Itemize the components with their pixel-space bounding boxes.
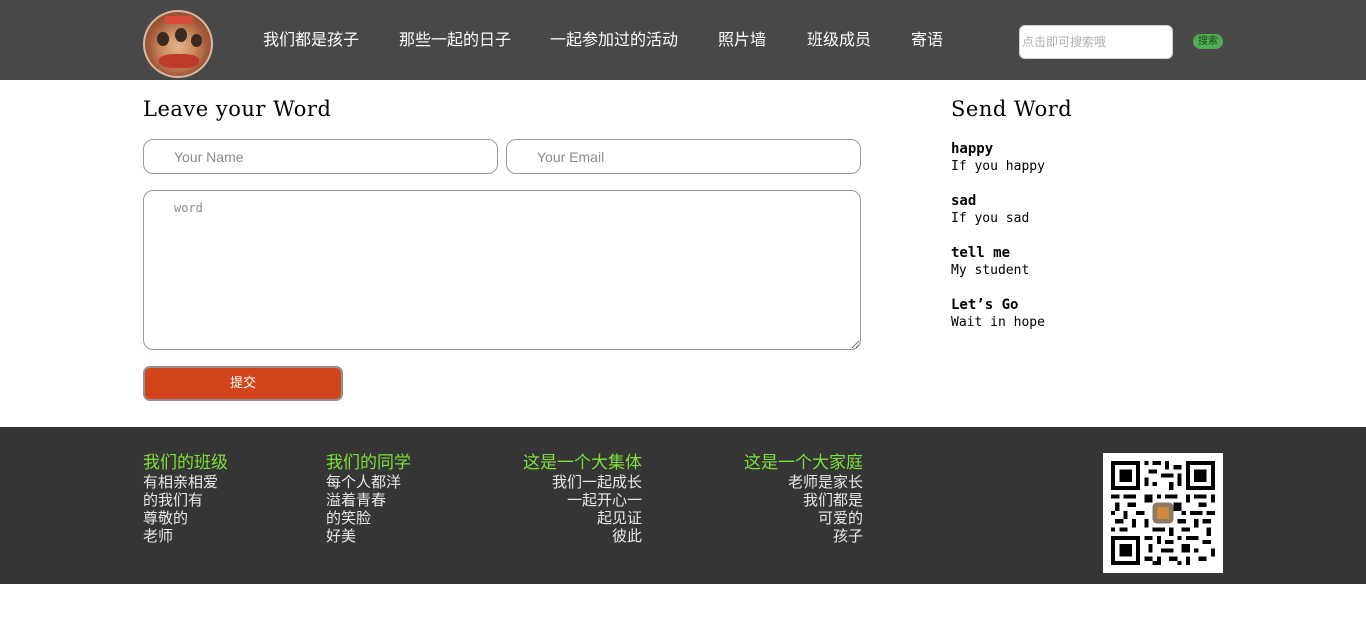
footer-column-line: 我们都是 (802, 491, 863, 509)
list-item: sad If you sad (951, 192, 1251, 228)
search-button[interactable]: 搜索 (1193, 34, 1223, 49)
nav-item-messages[interactable]: 寄语 (911, 30, 951, 52)
footer-column-classmates: 我们的同学 每个人都洋 溢着青春 的笑脸 好美 (326, 453, 466, 545)
search-input[interactable] (1019, 25, 1173, 59)
footer-column-line: 彼此 (611, 527, 642, 545)
word-entry-title: sad (951, 193, 977, 209)
sidebar-title: Send Word (951, 97, 1073, 121)
name-field[interactable] (143, 139, 498, 174)
footer-column-line: 老师 (143, 527, 174, 545)
footer-column-line: 孩子 (832, 527, 863, 545)
word-entry-desc: If you happy (951, 159, 1045, 174)
email-field[interactable] (506, 139, 861, 174)
word-entry-desc: My student (951, 263, 1030, 278)
footer-column-title: 这是一个大家庭 (744, 453, 863, 473)
list-item: happy If you happy (951, 140, 1251, 176)
footer-column-line: 我们一起成长 (551, 473, 642, 491)
footer-column-line: 起见证 (596, 509, 642, 527)
form-title: Leave your Word (143, 97, 332, 121)
word-entry-desc: Wait in hope (951, 315, 1045, 330)
main-nav: 我们都是孩子 那些一起的日子 一起参加过的活动 照片墙 班级成员 寄语 (263, 30, 951, 52)
nav-item-children[interactable]: 我们都是孩子 (263, 30, 399, 52)
footer-column-line: 好美 (326, 527, 357, 545)
footer-column-collective: 这是一个大集体 我们一起成长 一起开心一 起见证 彼此 (502, 453, 642, 545)
submit-button[interactable]: 提交 (143, 366, 343, 401)
footer-column-title: 这是一个大集体 (523, 453, 642, 473)
footer-column-class: 我们的班级 有相亲相爱 的我们有 尊敬的 老师 (143, 453, 283, 545)
footer-column-line: 溢着青春 (326, 491, 387, 509)
nav-item-photo-wall[interactable]: 照片墙 (718, 30, 807, 52)
class-photo-avatar-icon[interactable] (143, 10, 213, 78)
word-entry-title: Let’s Go (951, 297, 1019, 313)
nav-item-activities[interactable]: 一起参加过的活动 (550, 30, 718, 52)
footer-column-family: 这是一个大家庭 老师是家长 我们都是 可爱的 孩子 (723, 453, 863, 545)
word-textarea[interactable] (143, 190, 861, 350)
footer-column-line: 的笑脸 (326, 509, 372, 527)
nav-item-days-together[interactable]: 那些一起的日子 (399, 30, 550, 52)
footer-column-line: 的我们有 (143, 491, 204, 509)
footer-column-line: 每个人都洋 (326, 473, 402, 491)
footer-column-line: 一起开心一 (566, 491, 642, 509)
word-entry-title: happy (951, 141, 994, 157)
footer: 我们的班级 有相亲相爱 的我们有 尊敬的 老师 我们的同学 每个人都洋 溢着青春… (0, 427, 1366, 584)
word-entry-desc: If you sad (951, 211, 1030, 226)
word-entry-title: tell me (951, 245, 1011, 261)
footer-column-line: 有相亲相爱 (143, 473, 219, 491)
footer-column-line: 可爱的 (817, 509, 863, 527)
footer-column-line: 尊敬的 (143, 509, 189, 527)
footer-column-title: 我们的班级 (143, 453, 228, 473)
footer-column-line: 老师是家长 (787, 473, 863, 491)
top-nav-bar: 我们都是孩子 那些一起的日子 一起参加过的活动 照片墙 班级成员 寄语 搜索 (0, 0, 1366, 80)
footer-column-title: 我们的同学 (326, 453, 411, 473)
list-item: Let’s Go Wait in hope (951, 296, 1251, 332)
nav-item-class-members[interactable]: 班级成员 (807, 30, 911, 52)
send-word-list: happy If you happy sad If you sad tell m… (951, 140, 1251, 348)
list-item: tell me My student (951, 244, 1251, 280)
qr-code-icon (1103, 453, 1223, 573)
